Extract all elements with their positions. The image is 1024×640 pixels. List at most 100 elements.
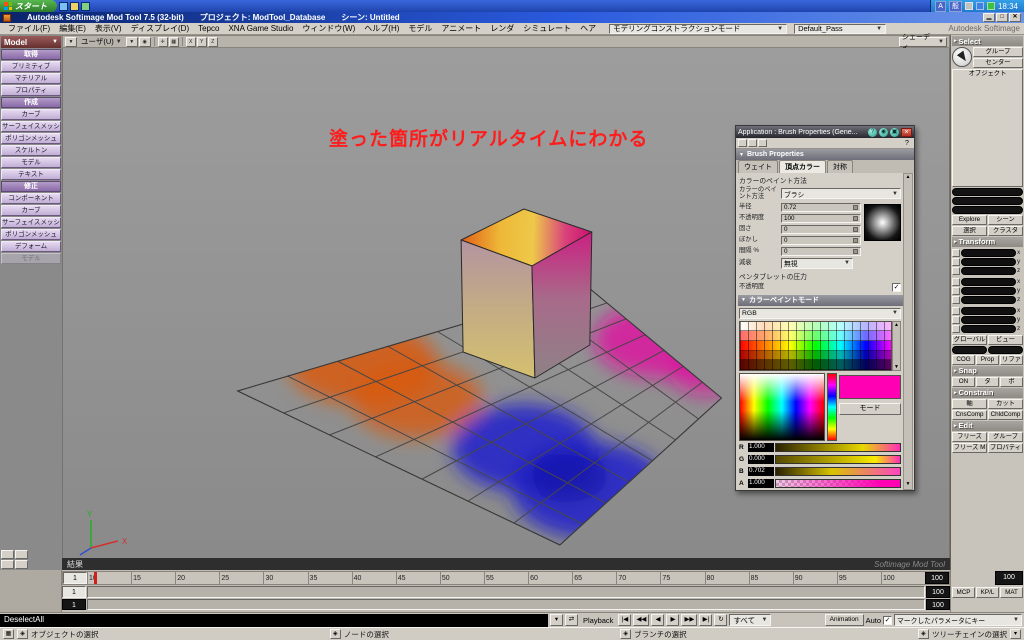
btn-polygon-mesh-mod[interactable]: ポリゴンメッシュ	[1, 229, 61, 240]
slider-thumb[interactable]	[853, 215, 858, 221]
translate-y-value[interactable]	[961, 315, 1016, 324]
menu-tepco[interactable]: Tepco	[194, 24, 223, 33]
scroll-down-icon[interactable]: ▼	[904, 481, 912, 489]
selection-value-pill[interactable]	[952, 187, 1023, 196]
section-modify[interactable]: 修正	[1, 181, 61, 192]
btn-component[interactable]: コンポーネント	[1, 193, 61, 204]
channel-r-slider[interactable]	[775, 443, 901, 453]
freeze-m-button[interactable]: フリーズ M	[952, 442, 987, 453]
scale-y-value[interactable]	[961, 257, 1016, 266]
keyframe-icon[interactable]	[758, 139, 767, 147]
object-filter-dropdown[interactable]: オブジェクト	[952, 69, 1023, 187]
colorspace-dropdown[interactable]: RGB ▼	[739, 307, 901, 319]
play-button[interactable]: ▶	[666, 614, 680, 626]
menu-simulate[interactable]: シミュレート	[519, 23, 575, 34]
construction-mode-dropdown[interactable]: モデリングコンストラクションモード ▼	[609, 23, 788, 34]
status-node-select[interactable]: ノードの選択	[344, 629, 389, 640]
section-get[interactable]: 取得	[1, 49, 61, 60]
hue-bar[interactable]	[827, 372, 837, 441]
btn-primitive[interactable]: プリミティブ	[1, 61, 61, 72]
btn-deform[interactable]: デフォーム	[1, 241, 61, 252]
mat-panel-button[interactable]: MAT	[1000, 587, 1023, 598]
minimize-button[interactable]: ▁	[983, 13, 995, 22]
viewport-menu-icon[interactable]: ▼	[65, 36, 77, 47]
center-button[interactable]: センター	[973, 58, 1023, 68]
rotate-x-button[interactable]	[952, 277, 960, 286]
axis-x-button[interactable]: X	[185, 36, 196, 47]
channel-g-slider[interactable]	[775, 455, 901, 465]
section-create[interactable]: 作成	[1, 97, 61, 108]
edit-group-button[interactable]: グループ	[988, 431, 1023, 442]
axis-constrain-button[interactable]: 軸	[952, 398, 987, 409]
btn-curve[interactable]: カーブ	[1, 109, 61, 120]
axis-z-button[interactable]: Z	[207, 36, 218, 47]
translate-z-button[interactable]	[952, 324, 960, 333]
btn-text[interactable]: テキスト	[1, 169, 61, 180]
current-color-swatch[interactable]	[839, 374, 901, 399]
snap-point-button[interactable]: ポ	[1000, 376, 1023, 387]
btn-surface-mesh[interactable]: サーフェイスメッシュ	[1, 121, 61, 132]
snap-target-button[interactable]: タ	[976, 376, 999, 387]
menu-hair[interactable]: ヘア	[576, 23, 600, 34]
selection-mode-icon[interactable]: ▦	[3, 629, 14, 639]
panel-mini-button[interactable]	[1, 550, 14, 559]
kpl-panel-button[interactable]: KP/L	[976, 587, 999, 598]
start-button[interactable]: スタート	[0, 0, 57, 12]
scale-z-value[interactable]	[961, 266, 1016, 275]
dialog-titlebar[interactable]: Application : Brush Properties (Gene... …	[736, 126, 914, 138]
opacity-slider[interactable]: 100	[781, 213, 861, 223]
menu-animate[interactable]: アニメート	[437, 23, 485, 34]
tray-icon[interactable]	[964, 2, 973, 10]
play-reverse-button[interactable]: ◀	[651, 614, 665, 626]
btn-curve-mod[interactable]: カーブ	[1, 205, 61, 216]
visibility-eye-icon[interactable]: ◉	[138, 36, 151, 47]
ref-button[interactable]: リファ	[1000, 354, 1023, 365]
menu-help[interactable]: ヘルプ(H)	[360, 23, 403, 34]
selection-tool-icon[interactable]	[952, 47, 972, 67]
menu-xna[interactable]: XNA Game Studio	[224, 24, 297, 33]
select-button[interactable]: 選択	[952, 225, 987, 236]
playback-options-icon[interactable]: ▾	[550, 614, 563, 626]
cluster-button[interactable]: クラスタ	[988, 225, 1023, 236]
alt-scrollbar[interactable]	[87, 599, 925, 610]
frame-forward-button[interactable]: ▶▶	[681, 614, 698, 626]
palette-row[interactable]	[740, 321, 891, 332]
btn-polygon-mesh[interactable]: ポリゴンメッシュ	[1, 133, 61, 144]
rotate-z-value[interactable]	[961, 295, 1016, 304]
brush-properties-section[interactable]: ▼ Brush Properties	[736, 149, 914, 160]
menu-model[interactable]: モデル	[404, 23, 436, 34]
palette-scrollbar[interactable]: ▲ ▼	[892, 320, 901, 371]
key-marked-params-field[interactable]: マークしたパラメータにキー ▼	[894, 614, 1022, 626]
loop-end-box[interactable]: 100	[995, 571, 1023, 585]
mode-button[interactable]: モード	[839, 402, 901, 415]
channel-r-value[interactable]: 1.000	[748, 443, 774, 453]
chevron-down-icon[interactable]: ▾	[1009, 629, 1021, 639]
slider-thumb[interactable]	[853, 237, 858, 243]
spacing-slider[interactable]: 0	[781, 246, 861, 256]
menu-display[interactable]: ディスプレイ(D)	[127, 23, 194, 34]
translate-y-button[interactable]	[952, 315, 960, 324]
node-select-icon[interactable]: ◈	[329, 629, 341, 639]
app-titlebar[interactable]: Autodesk Softimage Mod Tool 7.5 (32-bit)…	[0, 12, 1024, 23]
btn-material[interactable]: マテリアル	[1, 73, 61, 84]
menu-render[interactable]: レンダ	[486, 23, 518, 34]
btn-property[interactable]: プロパティ	[1, 85, 61, 96]
help-icon[interactable]: ?	[868, 127, 877, 137]
quicklaunch-icon[interactable]	[81, 1, 90, 11]
scene-button[interactable]: シーン	[988, 214, 1023, 225]
snap-on-button[interactable]: ON	[952, 376, 975, 387]
tray-icon[interactable]	[975, 2, 984, 10]
quicklaunch-icon[interactable]	[70, 1, 79, 11]
playback-scope-dropdown[interactable]: すべて ▼	[729, 614, 772, 626]
palette-row[interactable]	[740, 360, 891, 370]
loop-button[interactable]: ↻	[714, 614, 728, 626]
palette-row[interactable]	[740, 341, 891, 351]
scale-x-value[interactable]	[961, 248, 1016, 257]
translate-x-button[interactable]	[952, 306, 960, 315]
mcp-panel-button[interactable]: MCP	[952, 587, 975, 598]
pin-icon[interactable]: ◉	[879, 127, 888, 137]
scroll-up-icon[interactable]: ▲	[904, 174, 912, 182]
paint-method-dropdown[interactable]: ブラシ ▼	[781, 188, 901, 200]
btn-model[interactable]: モデル	[1, 157, 61, 168]
frame-back-button[interactable]: ◀◀	[633, 614, 650, 626]
